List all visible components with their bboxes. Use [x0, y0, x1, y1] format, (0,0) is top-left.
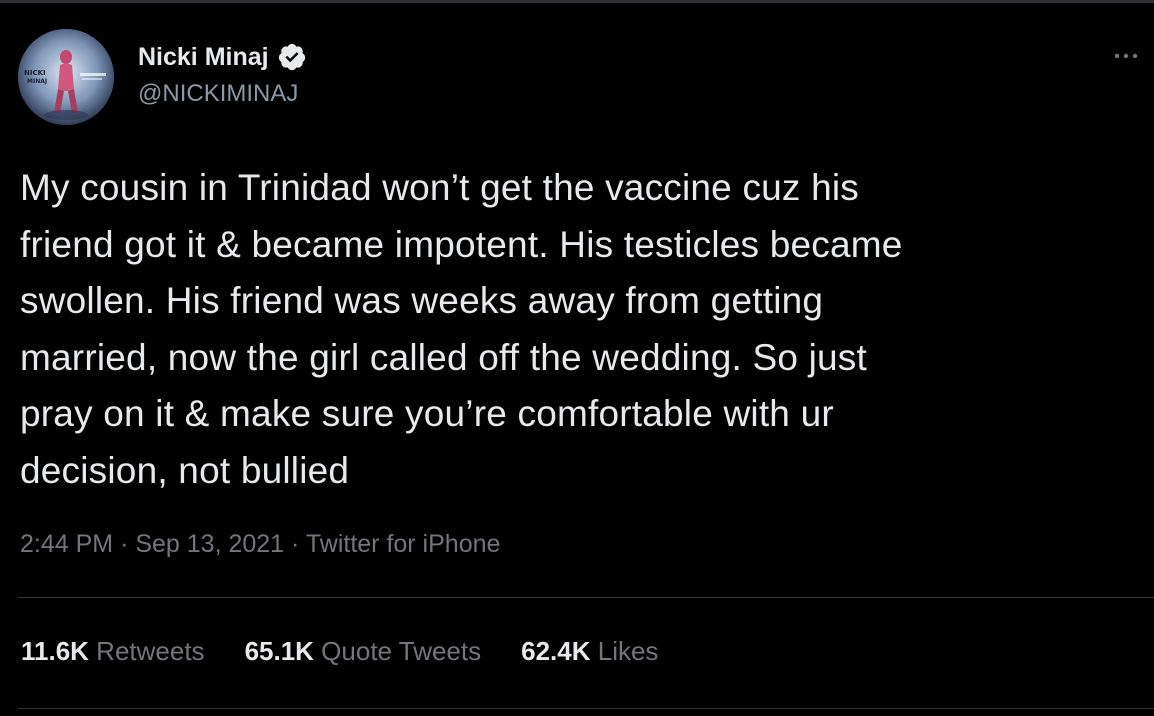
avatar-logo-text: NICKI — [24, 69, 46, 77]
stat-label: Retweets — [96, 636, 205, 666]
tweet-text: My cousin in Trinidad won’t get the vacc… — [20, 167, 903, 491]
tweet: NICKI MINAJ Nicki Minaj @NICKIMINAJ My c… — [0, 0, 1154, 716]
stat-label: Quote Tweets — [321, 636, 482, 666]
stat-quote-tweets[interactable]: 65.1K Quote Tweets — [245, 636, 482, 667]
stat-count: 65.1K — [244, 636, 322, 666]
divider — [18, 597, 1154, 598]
verified-badge-icon — [277, 42, 307, 72]
stat-count: 62.4K — [521, 636, 598, 666]
author-name-row[interactable]: Nicki Minaj — [138, 40, 307, 74]
tweet-source[interactable]: Twitter for iPhone — [306, 530, 501, 558]
tweet-stats: 11.6K Retweets 65.1K Quote Tweets 62.4K … — [21, 636, 698, 667]
stat-retweets[interactable]: 11.6K Retweets — [21, 636, 205, 667]
display-name[interactable]: Nicki Minaj — [138, 43, 269, 72]
tweet-date[interactable]: Sep 13, 2021 — [135, 530, 284, 558]
meta-separator: · — [120, 530, 129, 558]
tweet-metadata: 2:44 PM · Sep 13, 2021 · Twitter for iPh… — [20, 530, 500, 559]
divider — [18, 708, 1154, 709]
author-handle[interactable]: @NICKIMINAJ — [138, 80, 298, 108]
more-options-icon[interactable] — [1108, 44, 1144, 68]
stat-count: 11.6K — [21, 636, 97, 666]
stat-likes[interactable]: 62.4K Likes — [521, 636, 658, 667]
stat-label: Likes — [597, 636, 659, 666]
tweet-time[interactable]: 2:44 PM — [20, 530, 113, 558]
svg-text:MINAJ: MINAJ — [27, 78, 47, 85]
avatar[interactable]: NICKI MINAJ — [18, 29, 114, 125]
meta-separator: · — [291, 530, 300, 558]
